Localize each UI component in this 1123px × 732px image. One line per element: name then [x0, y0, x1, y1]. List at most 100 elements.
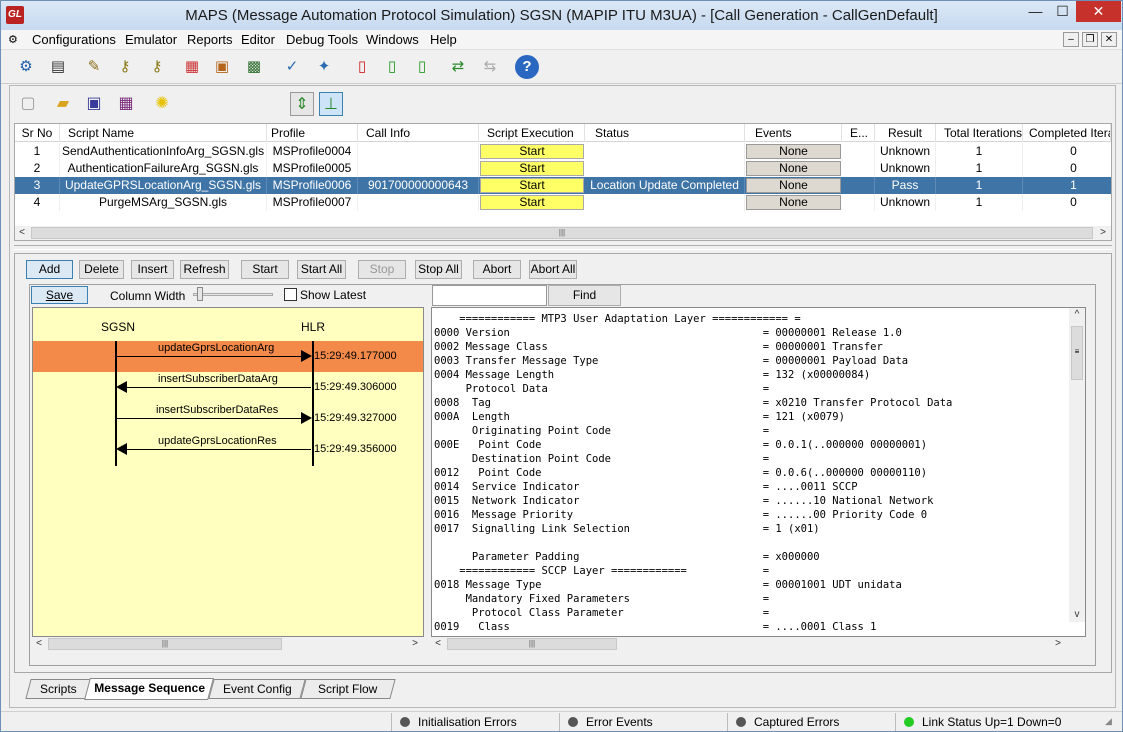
col-total-iterations[interactable]: Total Iterations	[936, 124, 1023, 142]
message-label[interactable]: updateGprsLocationArg	[158, 342, 274, 354]
tab-script-flow[interactable]: Script Flow	[300, 679, 396, 699]
column-width-slider[interactable]	[193, 293, 273, 296]
insert-button[interactable]: Insert	[131, 260, 174, 279]
stop-all-button[interactable]: Stop All	[415, 260, 462, 279]
find-button[interactable]: Find	[548, 285, 621, 306]
menu-debug-tools[interactable]: Debug Tools	[286, 32, 358, 47]
tools-icon[interactable]: ✦	[311, 54, 337, 80]
status-link[interactable]: Link Status Up=1 Down=0	[895, 713, 1100, 731]
col-status[interactable]: Status	[585, 124, 745, 142]
script-edit-icon[interactable]: ✎	[81, 54, 107, 80]
grid-horizontal-scrollbar[interactable]: < ||| >	[15, 226, 1111, 240]
events-button[interactable]: None	[746, 178, 841, 193]
vertical-layout-icon[interactable]: ⇕	[290, 92, 314, 116]
scroll-left-icon[interactable]: <	[15, 226, 29, 240]
report-p-icon[interactable]: ▯	[409, 54, 435, 80]
decode-horizontal-scrollbar[interactable]: < ||| >	[431, 637, 1086, 651]
briefcase-icon[interactable]: ▣	[209, 54, 235, 80]
help-icon[interactable]: ?	[515, 55, 539, 79]
show-latest-checkbox[interactable]	[284, 288, 297, 301]
col-completed-iterations[interactable]: Completed Iterati...	[1023, 124, 1111, 142]
decode-vertical-scrollbar[interactable]: ^ ≡ v	[1069, 308, 1085, 622]
menu-editor[interactable]: Editor	[241, 32, 275, 47]
table-row[interactable]: 1 SendAuthenticationInfoArg_SGSN.gls MSP…	[15, 143, 1111, 160]
settings-gear-icon[interactable]: ⚙	[13, 54, 39, 80]
save-icon[interactable]: ▣	[82, 92, 106, 116]
col-script-execution[interactable]: Script Execution	[479, 124, 585, 142]
status-init-errors[interactable]: Initialisation Errors	[391, 713, 556, 731]
report-e-icon[interactable]: ▯	[349, 54, 375, 80]
scroll-thumb[interactable]: |||	[447, 638, 617, 650]
events-button[interactable]: None	[746, 144, 841, 159]
minimize-button[interactable]: —	[1022, 1, 1049, 22]
menu-help[interactable]: Help	[430, 32, 457, 47]
new-file-icon[interactable]: ▢	[16, 92, 40, 116]
col-events[interactable]: Events	[745, 124, 842, 142]
scroll-right-icon[interactable]: >	[408, 637, 422, 651]
menu-reports[interactable]: Reports	[187, 32, 233, 47]
status-captured-errors[interactable]: Captured Errors	[727, 713, 892, 731]
start-all-button[interactable]: Start All	[297, 260, 346, 279]
events-button[interactable]: None	[746, 195, 841, 210]
col-profile[interactable]: Profile	[267, 124, 358, 142]
scroll-thumb[interactable]: |||	[31, 227, 1093, 239]
pane-splitter[interactable]	[14, 245, 1112, 250]
delete-button[interactable]: Delete	[79, 260, 124, 279]
open-folder-icon[interactable]: ▰	[51, 92, 75, 116]
table-row[interactable]: 4 PurgeMSArg_SGSN.gls MSProfile0007 Star…	[15, 194, 1111, 211]
notebook-icon[interactable]: ▤	[45, 54, 71, 80]
tree-layout-icon[interactable]: ⊥	[319, 92, 343, 116]
mdi-minimize-button[interactable]: –	[1063, 32, 1079, 47]
scroll-right-icon[interactable]: >	[1051, 637, 1065, 651]
keys-icon[interactable]: ⚷	[112, 54, 138, 80]
scroll-right-icon[interactable]: >	[1096, 226, 1110, 240]
abort-all-button[interactable]: Abort All	[529, 260, 577, 279]
message-label[interactable]: insertSubscriberDataRes	[156, 404, 278, 416]
mdi-child-icon[interactable]: ⚙	[8, 33, 18, 46]
abort-button[interactable]: Abort	[473, 260, 521, 279]
table-row-selected[interactable]: 3 UpdateGPRSLocationArg_SGSN.gls MSProfi…	[15, 177, 1111, 194]
col-result[interactable]: Result	[875, 124, 936, 142]
scroll-left-icon[interactable]: <	[431, 637, 445, 651]
message-label[interactable]: updateGprsLocationRes	[158, 435, 277, 447]
scroll-left-icon[interactable]: <	[32, 637, 46, 651]
save-as-icon[interactable]: ▦	[114, 92, 138, 116]
start-script-button[interactable]: Start	[480, 195, 584, 210]
scroll-thumb[interactable]: ≡	[1071, 326, 1083, 380]
col-call-info[interactable]: Call Info	[358, 124, 479, 142]
close-button[interactable]: ✕	[1076, 1, 1121, 22]
save-button[interactable]: Save	[31, 286, 88, 304]
menu-configurations[interactable]: Configurations	[32, 32, 116, 47]
sequence-horizontal-scrollbar[interactable]: < ||| >	[32, 637, 424, 651]
table-row[interactable]: 2 AuthenticationFailureArg_SGSN.gls MSPr…	[15, 160, 1111, 177]
col-script-name[interactable]: Script Name	[60, 124, 267, 142]
start-script-button[interactable]: Start	[480, 178, 584, 193]
message-label[interactable]: insertSubscriberDataArg	[158, 373, 278, 385]
menu-emulator[interactable]: Emulator	[125, 32, 177, 47]
start-button[interactable]: Start	[241, 260, 289, 279]
call-flow-icon[interactable]: ⇄	[445, 54, 471, 80]
col-sr-no[interactable]: Sr No	[15, 124, 60, 142]
status-error-events[interactable]: Error Events	[559, 713, 724, 731]
color-blocks-icon[interactable]: ▦	[179, 54, 205, 80]
start-script-button[interactable]: Start	[480, 161, 584, 176]
resize-grip-icon[interactable]: ◢	[1105, 716, 1112, 727]
col-e[interactable]: E...	[842, 124, 875, 142]
find-input[interactable]	[432, 285, 547, 306]
scroll-thumb[interactable]: |||	[48, 638, 282, 650]
mdi-close-button[interactable]: ✕	[1101, 32, 1117, 47]
menu-windows[interactable]: Windows	[366, 32, 419, 47]
scroll-up-icon[interactable]: ^	[1070, 308, 1084, 322]
maximize-button[interactable]: ☐	[1049, 1, 1076, 22]
tab-scripts[interactable]: Scripts	[25, 679, 91, 699]
scroll-down-icon[interactable]: v	[1070, 608, 1084, 622]
add-button[interactable]: Add	[26, 260, 73, 279]
column-width-slider-thumb[interactable]	[196, 287, 203, 301]
checklist-pen-icon[interactable]: ✓	[279, 54, 305, 80]
tab-message-sequence[interactable]: Message Sequence	[84, 678, 214, 700]
tab-event-config[interactable]: Event Config	[208, 679, 306, 699]
refresh-button[interactable]: Refresh	[180, 260, 229, 279]
keys-double-icon[interactable]: ⚷	[144, 54, 170, 80]
lightbulb-icon[interactable]: ✺	[150, 92, 174, 116]
report-c-icon[interactable]: ▯	[379, 54, 405, 80]
